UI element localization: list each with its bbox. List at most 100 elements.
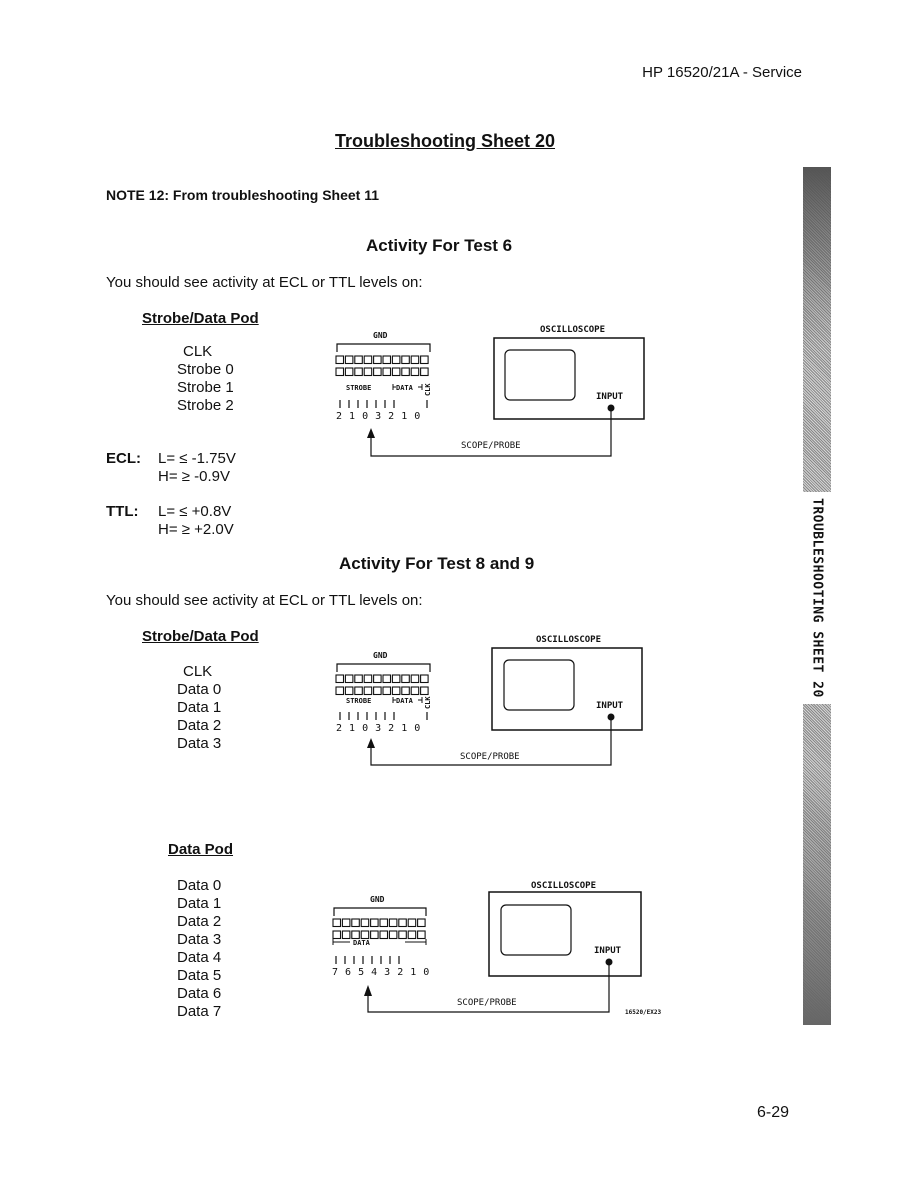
ttl-high: H= ≥ +2.0V xyxy=(158,521,234,538)
pod-pin xyxy=(373,367,382,377)
ttl-label: TTL: xyxy=(106,503,139,520)
pin-numbers: 2 1 0 3 2 1 0 xyxy=(336,723,421,734)
pod-pins-row1 xyxy=(335,355,429,377)
pod-heading-strobe-data-1: Strobe/Data Pod xyxy=(142,310,259,327)
probe-arrow-icon xyxy=(367,738,375,748)
signal-list-test8-9: CLK Data 0 Data 1 Data 2 Data 3 xyxy=(177,663,221,753)
probe-label: SCOPE/PROBE xyxy=(461,441,521,451)
signal-item: Data 2 xyxy=(177,717,222,734)
note-12: NOTE 12: From troubleshooting Sheet 11 xyxy=(106,187,380,203)
signal-list-data-pod: Data 0 Data 1 Data 2 Data 3 Data 4 Data … xyxy=(177,877,221,1021)
running-header: HP 16520/21A - Service xyxy=(642,64,802,81)
strobe-label: STROBE xyxy=(346,384,371,392)
pod-pin xyxy=(354,367,363,377)
pod-pin xyxy=(373,355,382,365)
pod-pin xyxy=(335,674,345,684)
probe-diagram-test6: GND STROBE DATA CLK 2 1 0 3 2 1 0 OSCILL… xyxy=(335,325,645,457)
pod-pin xyxy=(410,355,420,365)
signal-item: Strobe 0 xyxy=(177,361,234,378)
pod-pin xyxy=(344,674,354,684)
signal-item: Strobe 1 xyxy=(177,379,234,396)
pod-pin xyxy=(363,367,373,377)
pod-pin xyxy=(335,355,345,365)
pod-pin xyxy=(398,930,407,940)
ecl-levels: ECL: L= ≤ -1.75V H= ≥ -0.9V xyxy=(106,450,236,486)
pod-pin xyxy=(373,674,382,684)
oscilloscope-screen xyxy=(500,904,572,956)
pod-pin xyxy=(407,930,417,940)
signal-item: Data 7 xyxy=(177,1003,222,1020)
ttl-low: L= ≤ +0.8V xyxy=(158,503,232,520)
data-label: DATA xyxy=(396,384,414,392)
pod-pin xyxy=(420,674,429,684)
ecl-high: H= ≥ -0.9V xyxy=(158,468,231,485)
data-label: DATA xyxy=(396,697,414,705)
probe-label: SCOPE/PROBE xyxy=(457,998,517,1008)
pod-pin xyxy=(388,918,398,928)
pod-pin xyxy=(420,686,429,696)
page-title: Troubleshooting Sheet 20 xyxy=(335,131,556,151)
pod-pin xyxy=(391,686,401,696)
oscilloscope-screen xyxy=(504,349,576,401)
pod-pin xyxy=(417,918,426,928)
pod-pin xyxy=(410,367,420,377)
signal-item: Data 3 xyxy=(177,931,222,948)
section-side-tab: TROUBLESHOOTING SHEET 20 xyxy=(803,167,831,1025)
signal-item: Data 2 xyxy=(177,913,222,930)
pod-pin xyxy=(398,918,407,928)
figure-id: 16520/EX23 xyxy=(625,1009,662,1016)
pod-pin xyxy=(410,674,420,684)
pod-pin xyxy=(341,930,351,940)
signal-item: Data 4 xyxy=(177,949,222,966)
pod-pin xyxy=(344,367,354,377)
pod-pin xyxy=(344,686,354,696)
pod-pin xyxy=(370,930,379,940)
clk-label: CLK xyxy=(424,696,432,709)
pod-pin xyxy=(335,367,345,377)
section-intro-test6: You should see activity at ECL or TTL le… xyxy=(106,274,423,291)
pod-pin xyxy=(391,355,401,365)
pod-pin xyxy=(354,686,363,696)
input-label: INPUT xyxy=(596,701,624,711)
pod-pins-row3 xyxy=(332,918,426,940)
pod-heading-strobe-data-2: Strobe/Data Pod xyxy=(142,628,259,645)
pod-pin xyxy=(351,930,360,940)
pod-pin xyxy=(354,355,363,365)
oscilloscope-label: OSCILLOSCOPE xyxy=(531,881,596,891)
pod-pin xyxy=(401,674,410,684)
pod-pin xyxy=(332,918,342,928)
input-label: INPUT xyxy=(594,946,622,956)
probe-diagram-test8-9: GND STROBE DATA CLK 2 1 0 3 2 1 0 OSCILL… xyxy=(335,635,643,766)
signal-item: CLK xyxy=(183,343,213,360)
gnd-label: GND xyxy=(370,895,385,904)
pod-pin xyxy=(363,686,373,696)
signal-item: Data 1 xyxy=(177,699,222,716)
oscilloscope-label: OSCILLOSCOPE xyxy=(536,635,601,645)
oscilloscope-screen xyxy=(503,659,575,711)
pod-pin xyxy=(391,367,401,377)
data-label: DATA xyxy=(353,939,371,947)
pod-pin xyxy=(410,686,420,696)
gnd-label: GND xyxy=(373,651,388,660)
pod-pin xyxy=(382,674,392,684)
pod-pin xyxy=(382,367,392,377)
pod-pin xyxy=(363,355,373,365)
strobe-label: STROBE xyxy=(346,697,371,705)
pin-numbers: 2 1 0 3 2 1 0 xyxy=(336,411,421,422)
ttl-levels: TTL: L= ≤ +0.8V H= ≥ +2.0V xyxy=(106,503,234,539)
pod-pin xyxy=(351,918,360,928)
pod-pin xyxy=(420,355,429,365)
probe-arrow-icon xyxy=(364,985,372,996)
pod-pin xyxy=(401,355,410,365)
section-heading-test6: Activity For Test 6 xyxy=(366,236,513,255)
signal-item: CLK xyxy=(183,663,213,680)
pod-pin xyxy=(401,367,410,377)
probe-label: SCOPE/PROBE xyxy=(460,752,520,762)
probe-diagram-data-pod: GND DATA 7 6 5 4 3 2 1 0 OSCILLOSCOPE IN… xyxy=(332,881,662,1016)
pod-pin xyxy=(344,355,354,365)
pod-pin xyxy=(373,686,382,696)
pod-pin xyxy=(379,918,389,928)
pod-pin xyxy=(360,918,370,928)
input-label: INPUT xyxy=(596,392,624,402)
clk-label: CLK xyxy=(424,383,432,396)
